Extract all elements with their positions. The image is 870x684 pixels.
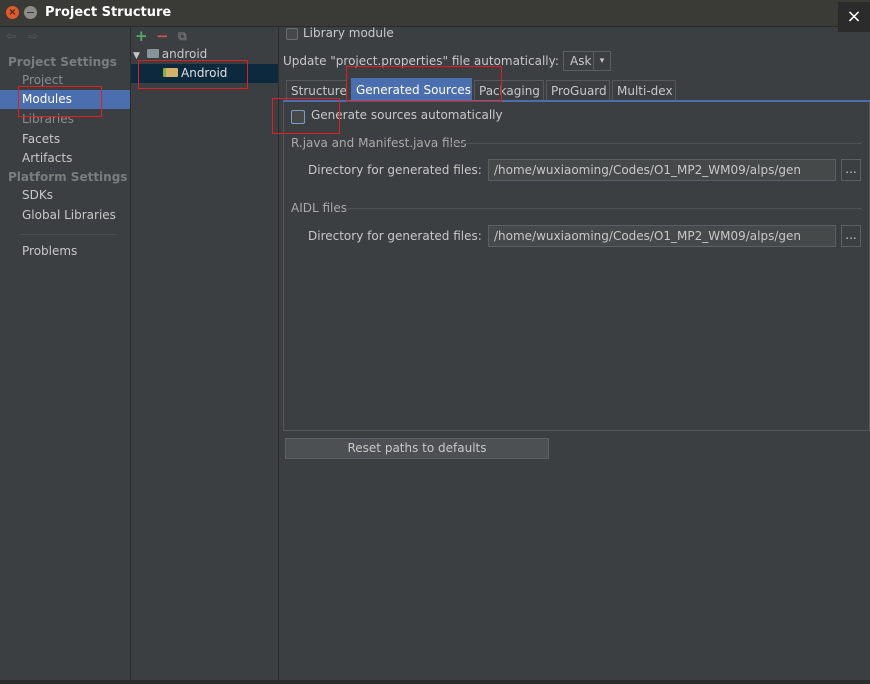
rjava-browse-button[interactable]: ... bbox=[841, 159, 861, 181]
window-bottom-border bbox=[0, 680, 870, 684]
folder-icon bbox=[146, 49, 159, 58]
chevron-down-icon: ▾ bbox=[593, 52, 610, 70]
tree-node-android-module[interactable]: Android bbox=[131, 64, 278, 83]
rjava-directory-input[interactable]: /home/wuxiaoming/Codes/O1_MP2_WM09/alps/… bbox=[488, 159, 836, 181]
section-divider bbox=[450, 143, 862, 144]
sidebar-item-global-libraries[interactable]: Global Libraries bbox=[0, 206, 130, 225]
sidebar-item-libraries[interactable]: Libraries bbox=[0, 110, 130, 129]
remove-icon[interactable]: − bbox=[156, 27, 169, 45]
tab-generated-sources[interactable]: Generated Sources bbox=[351, 78, 472, 100]
tab-proguard[interactable]: ProGuard bbox=[546, 80, 610, 100]
tab-multi-dex[interactable]: Multi-dex bbox=[612, 80, 676, 100]
tree-node-label: android bbox=[161, 47, 208, 61]
copy-icon[interactable]: ⧉ bbox=[178, 29, 187, 44]
sidebar-item-modules[interactable]: Modules bbox=[0, 90, 130, 109]
section-divider bbox=[348, 208, 862, 209]
update-properties-select[interactable]: Ask ▾ bbox=[563, 51, 611, 71]
window-minimize-icon[interactable] bbox=[24, 6, 37, 19]
sidebar-item-artifacts[interactable]: Artifacts bbox=[0, 149, 130, 168]
aidl-directory-input[interactable]: /home/wuxiaoming/Codes/O1_MP2_WM09/alps/… bbox=[488, 225, 836, 247]
sidebar-item-project[interactable]: Project bbox=[0, 71, 130, 90]
module-folder-icon bbox=[163, 68, 178, 77]
aidl-browse-button[interactable]: ... bbox=[841, 225, 861, 247]
tree-node-android-root[interactable]: ▼ android bbox=[133, 47, 207, 61]
generate-sources-checkbox[interactable] bbox=[291, 110, 305, 124]
window-title: Project Structure bbox=[45, 5, 172, 20]
project-settings-header: Project Settings bbox=[8, 55, 117, 69]
rjava-directory-label: Directory for generated files: bbox=[308, 163, 482, 177]
generated-sources-pane bbox=[283, 102, 870, 431]
back-arrow-icon[interactable]: ⇦ bbox=[6, 29, 16, 43]
tab-packaging[interactable]: Packaging bbox=[474, 80, 544, 100]
rjava-section-title: R.java and Manifest.java files bbox=[291, 136, 467, 150]
expand-arrow-icon[interactable]: ▼ bbox=[133, 51, 140, 61]
library-module-label: Library module bbox=[303, 26, 394, 40]
generate-sources-label: Generate sources automatically bbox=[311, 108, 503, 122]
module-tree-panel bbox=[131, 27, 279, 684]
tab-structure[interactable]: Structure bbox=[286, 80, 347, 100]
platform-settings-header: Platform Settings bbox=[8, 170, 128, 184]
sidebar-divider bbox=[20, 234, 116, 235]
library-module-checkbox[interactable] bbox=[286, 28, 298, 40]
sidebar-item-problems[interactable]: Problems bbox=[0, 242, 130, 261]
update-properties-label: Update "project.properties" file automat… bbox=[283, 54, 559, 68]
aidl-section-title: AIDL files bbox=[291, 201, 348, 215]
add-icon[interactable]: + bbox=[135, 27, 148, 45]
sidebar-item-facets[interactable]: Facets bbox=[0, 130, 130, 149]
select-value: Ask bbox=[570, 54, 592, 68]
aidl-directory-label: Directory for generated files: bbox=[308, 229, 482, 243]
reset-paths-button[interactable]: Reset paths to defaults bbox=[285, 438, 549, 459]
window-close-circle-icon[interactable]: × bbox=[6, 6, 19, 19]
forward-arrow-icon[interactable]: ⇨ bbox=[28, 29, 38, 43]
close-dialog-button[interactable]: × bbox=[838, 2, 870, 32]
sidebar-item-sdks[interactable]: SDKs bbox=[0, 186, 130, 205]
tree-node-label: Android bbox=[181, 66, 228, 80]
